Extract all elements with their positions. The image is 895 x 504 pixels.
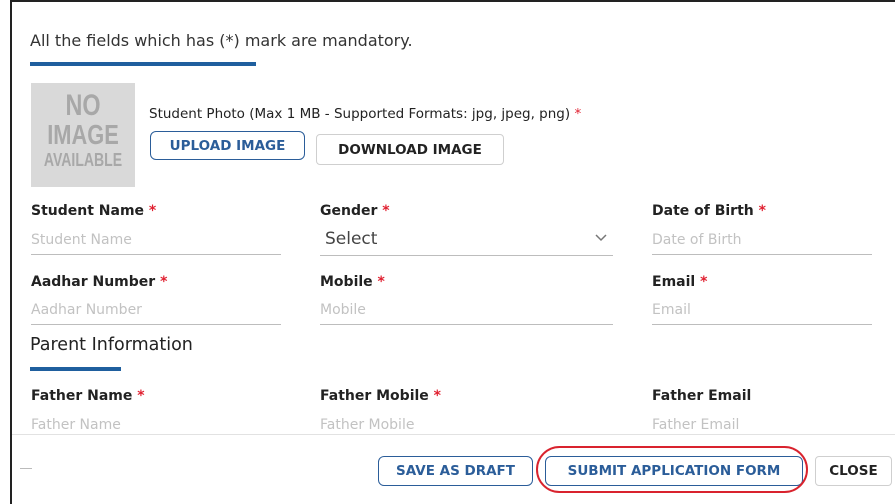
intro-underline [30,62,256,66]
section-underline [30,367,121,371]
close-button[interactable]: CLOSE [815,456,892,486]
student-name-field[interactable]: Student Name [31,232,281,255]
chevron-down-icon [595,234,607,242]
mandatory-note: All the fields which has (*) mark are ma… [30,31,413,50]
placeholder-line-3: AVAILABLE [43,150,123,170]
placeholder-line-1: NO [65,89,101,122]
required-mark: * [382,203,390,219]
save-as-draft-button[interactable]: SAVE AS DRAFT [378,456,533,486]
photo-label: Student Photo (Max 1 MB - Supported Form… [149,106,581,122]
father-mobile-field[interactable]: Father Mobile [320,417,414,434]
dob-label-text: Date of Birth [652,203,754,219]
father-name-label-text: Father Name [31,388,133,404]
required-mark: * [574,106,582,122]
required-mark: * [137,388,145,404]
required-mark: * [700,274,708,290]
mobile-field[interactable]: Mobile [320,302,613,325]
student-name-label: Student Name * [31,203,156,219]
required-mark: * [160,274,168,290]
gender-select-value: Select [325,229,378,249]
gender-label-text: Gender [320,203,378,219]
email-label-text: Email [652,274,696,290]
required-mark: * [433,388,441,404]
download-image-button[interactable]: DOWNLOAD IMAGE [316,134,504,165]
father-mobile-label: Father Mobile * [320,388,441,404]
aadhar-label: Aadhar Number * [31,274,167,290]
upload-image-button[interactable]: UPLOAD IMAGE [150,131,305,160]
email-field[interactable]: Email [652,302,872,325]
aadhar-label-text: Aadhar Number [31,274,156,290]
scroll-clip: Father Name Father Mobile Father Email [12,412,895,434]
highlight-annotation [536,446,808,493]
gender-label: Gender * [320,203,390,219]
aadhar-number-field[interactable]: Aadhar Number [31,302,281,325]
mobile-label-text: Mobile [320,274,373,290]
student-name-label-text: Student Name [31,203,145,219]
father-name-label: Father Name * [31,388,145,404]
dialog-top-border [10,0,895,2]
parent-information-heading: Parent Information [30,335,193,355]
footer-divider [12,434,895,435]
placeholder-line-2: IMAGE [47,119,119,150]
gender-select[interactable]: Select [320,229,613,256]
dob-field[interactable]: Date of Birth [652,232,872,255]
dob-label: Date of Birth * [652,203,766,219]
required-mark: * [377,274,385,290]
father-mobile-label-text: Father Mobile [320,388,429,404]
no-image-placeholder: NO IMAGE AVAILABLE [31,83,135,187]
email-label: Email * [652,274,707,290]
mobile-label: Mobile * [320,274,385,290]
father-email-label: Father Email [652,388,752,404]
scrollbar-stub [20,468,32,469]
photo-label-text: Student Photo (Max 1 MB - Supported Form… [149,106,571,122]
required-mark: * [148,203,157,219]
required-mark: * [758,203,766,219]
father-email-field[interactable]: Father Email [652,417,739,434]
father-name-field[interactable]: Father Name [31,417,121,434]
